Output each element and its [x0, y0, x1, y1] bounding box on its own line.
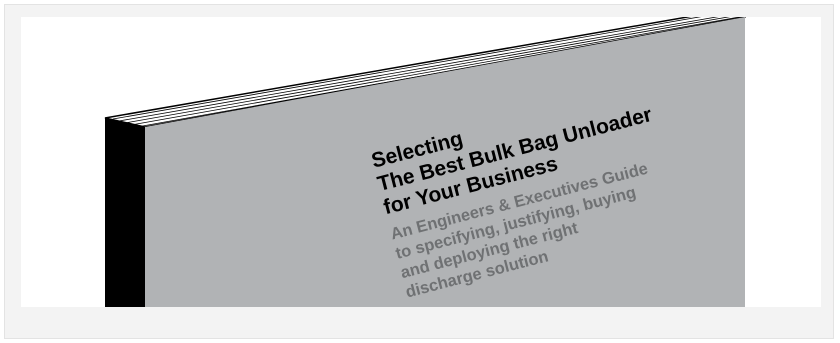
book-illustration: Selecting The Best Bulk Bag Unloader for… — [104, 17, 746, 307]
book-spine — [105, 118, 145, 307]
book-cover-image[interactable]: Selecting The Best Bulk Bag Unloader for… — [21, 17, 821, 307]
product-card: Selecting The Best Bulk Bag Unloader for… — [4, 4, 834, 339]
